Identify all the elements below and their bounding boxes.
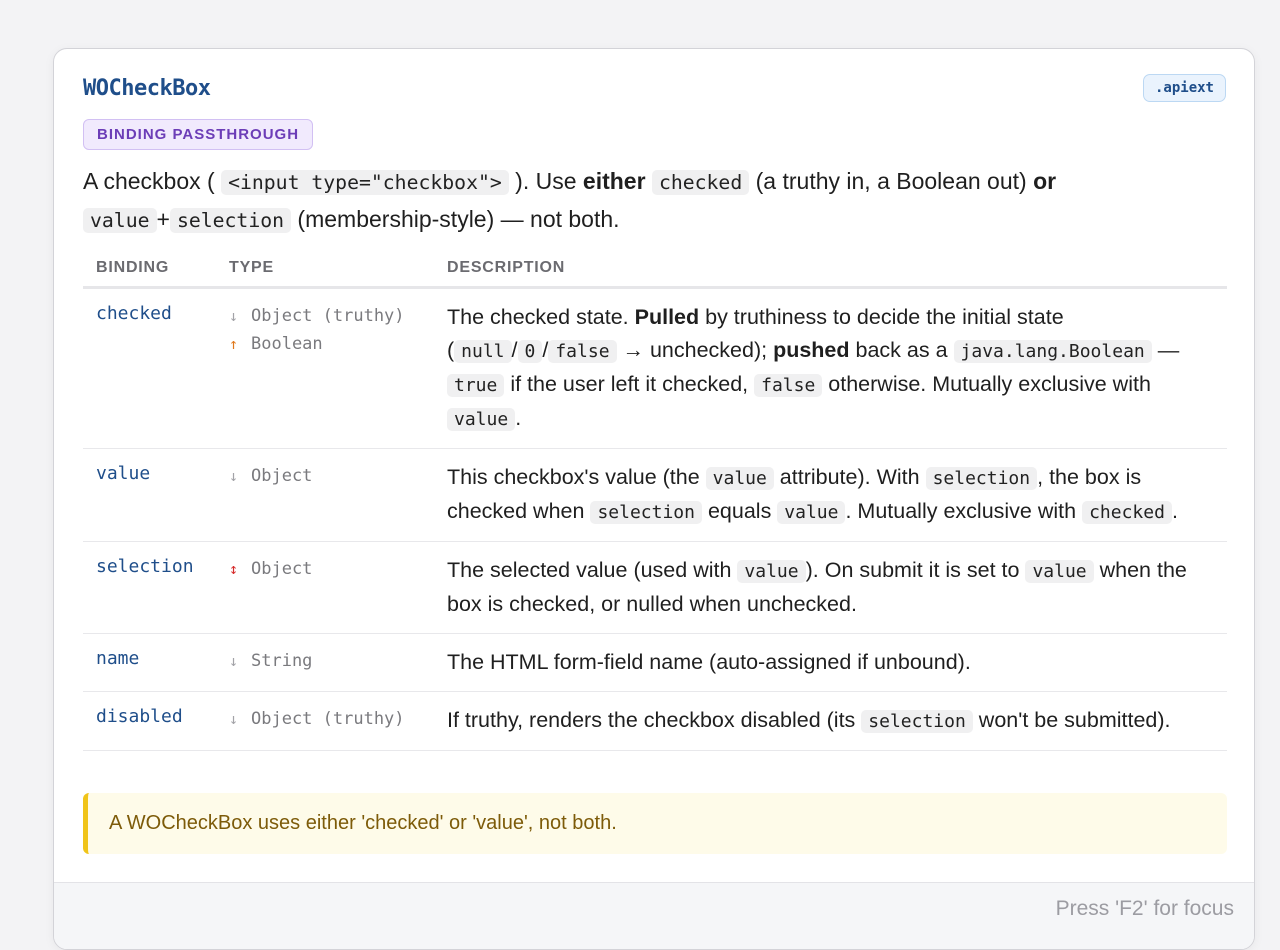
lead-code: checked: [651, 170, 750, 195]
description-text: .: [1171, 499, 1178, 523]
description-text: /: [511, 338, 518, 362]
inline-code: false: [548, 340, 617, 363]
column-header-binding: BINDING: [83, 248, 216, 289]
type-text: Object (truthy): [251, 709, 405, 729]
arrow-up-icon: ↑: [229, 335, 239, 353]
inline-code: selection: [590, 501, 702, 524]
type-line: ↓ Object: [229, 462, 434, 490]
inline-code: selection: [925, 467, 1038, 490]
inline-code: true: [447, 374, 505, 397]
type-text: Object: [251, 559, 313, 579]
binding-name: disabled: [83, 691, 216, 751]
description-text: → unchecked);: [616, 338, 774, 362]
emphasis-text: Pulled: [634, 305, 700, 329]
table-row: name ↓ String The HTML form-field name (aut…: [83, 633, 1227, 692]
focus-hint: Press 'F2' for focus: [1055, 897, 1234, 920]
binding-type: ↕ Object: [216, 541, 434, 634]
lead-emphasis: or: [1033, 168, 1057, 194]
lead-text: (a truthy in, a Boolean out): [749, 168, 1034, 194]
lead-code: selection: [169, 208, 292, 233]
arrow-down-icon: ↓: [229, 467, 239, 485]
type-line: ↓ Object (truthy): [229, 705, 434, 733]
binding-type: ↓ Object: [216, 448, 434, 542]
lead-emphasis: either: [582, 168, 646, 194]
table-header-row: BINDING TYPE DESCRIPTION: [83, 248, 1227, 289]
bindings-table: BINDING TYPE DESCRIPTION checked ↓ Object …: [83, 248, 1227, 751]
inline-code: value: [777, 501, 846, 524]
apiext-tag[interactable]: .apiext: [1142, 74, 1226, 102]
lead-code: <input type="checkbox">: [221, 170, 509, 195]
column-header-type: TYPE: [216, 248, 434, 289]
description-text: If truthy, renders the checkbox disabled…: [447, 708, 862, 732]
component-card: WOCheckBox .apiext BINDING PASSTHROUGH A…: [53, 48, 1255, 950]
binding-name: value: [83, 448, 216, 542]
type-text: Boolean: [251, 334, 323, 354]
emphasis-text: pushed: [773, 338, 850, 362]
lead-text: [646, 168, 652, 194]
description-text: . Mutually exclusive with: [845, 499, 1083, 523]
inline-code: 0: [517, 340, 543, 363]
inline-code: value: [737, 560, 806, 583]
column-header-description: DESCRIPTION: [434, 248, 1227, 289]
binding-description: If truthy, renders the checkbox disabled…: [434, 691, 1227, 751]
binding-name: name: [83, 633, 216, 692]
lead-code: value: [83, 208, 157, 233]
inline-code: null: [454, 340, 512, 363]
arrow-down-icon: ↓: [229, 307, 239, 325]
binding-passthrough-badge: BINDING PASSTHROUGH: [83, 119, 314, 150]
type-line: ↓ String: [229, 647, 434, 675]
inline-code: value: [1025, 560, 1094, 583]
lead-text: +: [156, 206, 170, 232]
component-title: WOCheckBox: [83, 76, 211, 101]
description-text: equals: [701, 499, 778, 523]
description-text: The checked state.: [447, 305, 635, 329]
binding-type: ↓ Object (truthy): [216, 691, 434, 751]
type-line: ↑ Boolean: [229, 330, 434, 358]
table-row: selection ↕ Object The selected value (used…: [83, 541, 1227, 634]
description-text: if the user left it checked,: [504, 372, 755, 396]
binding-description: This checkbox's value (the value attribu…: [434, 448, 1227, 542]
inline-code: false: [754, 374, 823, 397]
description-text: ). On submit it is set to: [805, 558, 1026, 582]
binding-name: checked: [83, 287, 216, 449]
table-body: checked ↓ Object (truthy) ↑ Boolean The check…: [83, 287, 1227, 751]
inline-code: value: [447, 408, 516, 431]
type-text: Object (truthy): [251, 306, 405, 326]
description-text: attribute). With: [773, 465, 926, 489]
binding-description: The HTML form-field name (auto-assigned …: [434, 633, 1227, 692]
binding-name: selection: [83, 541, 216, 634]
binding-description: The checked state. Pulled by truthiness …: [434, 287, 1227, 449]
table-row: value ↓ Object This checkbox's value (the v…: [83, 448, 1227, 542]
arrow-up-down-icon: ↕: [229, 560, 239, 578]
description-text: The selected value (used with: [447, 558, 738, 582]
description-text: —: [1151, 338, 1180, 362]
type-line: ↓ Object (truthy): [229, 302, 434, 330]
lead-text: A checkbox (: [83, 168, 222, 194]
description-text: back as a: [849, 338, 954, 362]
description-text: The HTML form-field name (auto-assigned …: [447, 650, 971, 674]
description-text: This checkbox's value (the: [447, 465, 706, 489]
inline-code: checked: [1082, 501, 1172, 524]
component-description: A checkbox ( <input type="checkbox"> ). …: [83, 163, 1228, 239]
type-text: String: [251, 651, 313, 671]
lead-text: (membership-style) — not both.: [291, 206, 620, 232]
binding-type: ↓ Object (truthy) ↑ Boolean: [216, 287, 434, 449]
description-text: .: [515, 406, 522, 430]
card-footer: Press 'F2' for focus: [54, 882, 1254, 949]
inline-code: java.lang.Boolean: [953, 340, 1152, 363]
table-row: disabled ↓ Object (truthy) If truthy, rende…: [83, 691, 1227, 751]
inline-code: value: [705, 467, 774, 490]
arrow-down-icon: ↓: [229, 710, 239, 728]
binding-description: The selected value (used with value). On…: [434, 541, 1227, 634]
description-text: otherwise. Mutually exclusive with: [822, 372, 1151, 396]
inline-code: selection: [861, 710, 973, 733]
arrow-down-icon: ↓: [229, 652, 239, 670]
lead-text: ). Use: [508, 168, 583, 194]
type-text: Object: [251, 466, 313, 486]
binding-type: ↓ String: [216, 633, 434, 692]
description-text: won't be submitted).: [972, 708, 1171, 732]
warning-callout: A WOCheckBox uses either 'checked' or 'v…: [83, 793, 1227, 854]
type-line: ↕ Object: [229, 555, 434, 583]
table-row: checked ↓ Object (truthy) ↑ Boolean The check…: [83, 287, 1227, 449]
